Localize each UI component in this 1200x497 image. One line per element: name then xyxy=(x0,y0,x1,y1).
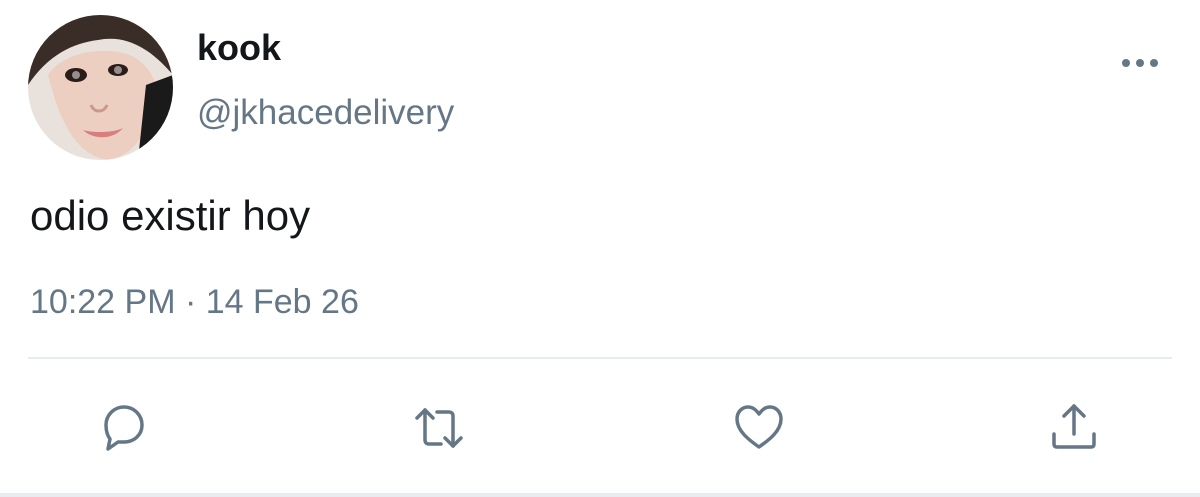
tweet-timestamp[interactable]: 10:22 PM · 14 Feb 26 xyxy=(30,280,359,324)
avatar-photo xyxy=(28,15,173,160)
tweet-text: odio existir hoy xyxy=(30,192,311,239)
retweet-icon[interactable] xyxy=(411,400,467,456)
user-handle[interactable]: @jkhacedelivery xyxy=(197,91,454,135)
display-name[interactable]: kook xyxy=(197,26,281,70)
reply-icon[interactable] xyxy=(96,400,152,456)
bottom-divider xyxy=(0,493,1200,497)
tweet-card: kook @jkhacedelivery odio existir hoy 10… xyxy=(0,0,1200,497)
share-icon[interactable] xyxy=(1046,400,1102,456)
more-options-icon[interactable] xyxy=(1118,52,1162,74)
divider xyxy=(28,357,1172,359)
avatar[interactable] xyxy=(28,15,173,160)
like-icon[interactable] xyxy=(731,400,787,456)
